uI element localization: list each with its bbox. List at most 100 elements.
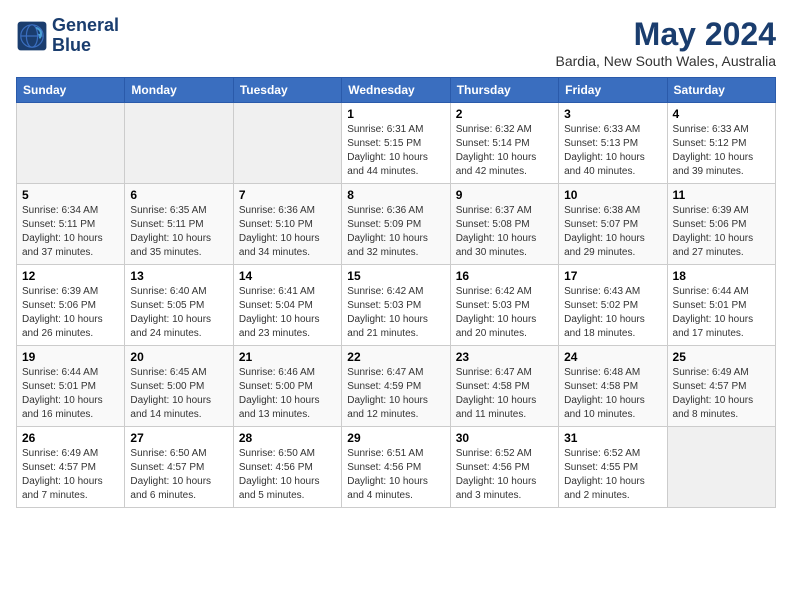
day-cell: 2 Sunrise: 6:32 AM Sunset: 5:14 PM Daylig… <box>450 103 558 184</box>
day-number: 19 <box>22 350 119 364</box>
logo-text: General Blue <box>52 16 119 56</box>
day-cell: 27Sunrise: 6:50 AM Sunset: 4:57 PM Dayli… <box>125 427 233 508</box>
day-number: 28 <box>239 431 336 445</box>
day-info: Sunrise: 6:45 AM Sunset: 5:00 PM Dayligh… <box>130 366 227 422</box>
day-cell: 26 Sunrise: 6:49 AM Sunset: 4:57 PM Dayli… <box>17 427 125 508</box>
day-number: 23 <box>456 350 553 364</box>
day-cell: 29 Sunrise: 6:51 AM Sunset: 4:56 PM Dayli… <box>342 427 450 508</box>
day-number: 29 <box>347 431 444 445</box>
day-number: 5 <box>22 188 119 202</box>
day-info: Sunrise: 6:49 AM Sunset: 4:57 PM Dayligh… <box>22 447 119 503</box>
day-info: Sunrise: 6:51 AM Sunset: 4:56 PM Dayligh… <box>347 447 444 503</box>
day-number: 21 <box>239 350 336 364</box>
day-info: Sunrise: 6:33 AM Sunset: 5:12 PM Dayligh… <box>673 123 770 179</box>
day-info: Sunrise: 6:50 AM Sunset: 4:57 PM Dayligh… <box>130 447 227 503</box>
day-info: Sunrise: 6:36 AM Sunset: 5:09 PM Dayligh… <box>347 204 444 260</box>
day-number: 16 <box>456 269 553 283</box>
day-cell: 24 Sunrise: 6:48 AM Sunset: 4:58 PM Dayli… <box>559 346 667 427</box>
day-info: Sunrise: 6:36 AM Sunset: 5:10 PM Dayligh… <box>239 204 336 260</box>
day-number: 14 <box>239 269 336 283</box>
day-info: Sunrise: 6:34 AM Sunset: 5:11 PM Dayligh… <box>22 204 119 260</box>
day-info: Sunrise: 6:44 AM Sunset: 5:01 PM Dayligh… <box>22 366 119 422</box>
day-info: Sunrise: 6:35 AM Sunset: 5:11 PM Dayligh… <box>130 204 227 260</box>
location: Bardia, New South Wales, Australia <box>556 53 776 69</box>
day-info: Sunrise: 6:38 AM Sunset: 5:07 PM Dayligh… <box>564 204 661 260</box>
calendar-table: SundayMondayTuesdayWednesdayThursdayFrid… <box>16 77 776 508</box>
day-cell <box>233 103 341 184</box>
day-cell: 6 Sunrise: 6:35 AM Sunset: 5:11 PM Daylig… <box>125 184 233 265</box>
day-number: 6 <box>130 188 227 202</box>
day-info: Sunrise: 6:44 AM Sunset: 5:01 PM Dayligh… <box>673 285 770 341</box>
day-info: Sunrise: 6:52 AM Sunset: 4:55 PM Dayligh… <box>564 447 661 503</box>
day-info: Sunrise: 6:42 AM Sunset: 5:03 PM Dayligh… <box>347 285 444 341</box>
day-info: Sunrise: 6:52 AM Sunset: 4:56 PM Dayligh… <box>456 447 553 503</box>
day-number: 9 <box>456 188 553 202</box>
day-number: 8 <box>347 188 444 202</box>
day-cell: 4 Sunrise: 6:33 AM Sunset: 5:12 PM Daylig… <box>667 103 775 184</box>
day-number: 25 <box>673 350 770 364</box>
day-info: Sunrise: 6:31 AM Sunset: 5:15 PM Dayligh… <box>347 123 444 179</box>
day-number: 11 <box>673 188 770 202</box>
logo-line2: Blue <box>52 36 119 56</box>
day-cell: 15 Sunrise: 6:42 AM Sunset: 5:03 PM Dayli… <box>342 265 450 346</box>
page-header: General Blue May 2024 Bardia, New South … <box>16 16 776 69</box>
header-cell-tuesday: Tuesday <box>233 78 341 103</box>
calendar-body: 1Sunrise: 6:31 AM Sunset: 5:15 PM Daylig… <box>17 103 776 508</box>
day-cell: 22Sunrise: 6:47 AM Sunset: 4:59 PM Dayli… <box>342 346 450 427</box>
logo: General Blue <box>16 16 119 56</box>
day-cell: 31Sunrise: 6:52 AM Sunset: 4:55 PM Dayli… <box>559 427 667 508</box>
day-number: 24 <box>564 350 661 364</box>
logo-line1: General <box>52 16 119 36</box>
header-cell-monday: Monday <box>125 78 233 103</box>
day-cell: 16 Sunrise: 6:42 AM Sunset: 5:03 PM Dayli… <box>450 265 558 346</box>
day-info: Sunrise: 6:47 AM Sunset: 4:59 PM Dayligh… <box>347 366 444 422</box>
day-number: 2 <box>456 107 553 121</box>
day-info: Sunrise: 6:48 AM Sunset: 4:58 PM Dayligh… <box>564 366 661 422</box>
day-cell <box>125 103 233 184</box>
day-cell: 7 Sunrise: 6:36 AM Sunset: 5:10 PM Daylig… <box>233 184 341 265</box>
day-cell: 10Sunrise: 6:38 AM Sunset: 5:07 PM Dayli… <box>559 184 667 265</box>
day-number: 18 <box>673 269 770 283</box>
title-block: May 2024 Bardia, New South Wales, Austra… <box>556 16 776 69</box>
day-info: Sunrise: 6:39 AM Sunset: 5:06 PM Dayligh… <box>673 204 770 260</box>
header-row: SundayMondayTuesdayWednesdayThursdayFrid… <box>17 78 776 103</box>
month-year: May 2024 <box>556 16 776 53</box>
day-number: 13 <box>130 269 227 283</box>
day-number: 3 <box>564 107 661 121</box>
day-number: 12 <box>22 269 119 283</box>
calendar-header: SundayMondayTuesdayWednesdayThursdayFrid… <box>17 78 776 103</box>
day-cell: 30 Sunrise: 6:52 AM Sunset: 4:56 PM Dayli… <box>450 427 558 508</box>
day-info: Sunrise: 6:37 AM Sunset: 5:08 PM Dayligh… <box>456 204 553 260</box>
day-cell: 13 Sunrise: 6:40 AM Sunset: 5:05 PM Dayli… <box>125 265 233 346</box>
header-cell-thursday: Thursday <box>450 78 558 103</box>
day-info: Sunrise: 6:49 AM Sunset: 4:57 PM Dayligh… <box>673 366 770 422</box>
day-cell: 19 Sunrise: 6:44 AM Sunset: 5:01 PM Dayli… <box>17 346 125 427</box>
week-row-3: 12Sunrise: 6:39 AM Sunset: 5:06 PM Dayli… <box>17 265 776 346</box>
day-cell: 21 Sunrise: 6:46 AM Sunset: 5:00 PM Dayli… <box>233 346 341 427</box>
day-cell: 14Sunrise: 6:41 AM Sunset: 5:04 PM Dayli… <box>233 265 341 346</box>
day-number: 4 <box>673 107 770 121</box>
week-row-5: 26 Sunrise: 6:49 AM Sunset: 4:57 PM Dayli… <box>17 427 776 508</box>
day-info: Sunrise: 6:42 AM Sunset: 5:03 PM Dayligh… <box>456 285 553 341</box>
day-cell: 20Sunrise: 6:45 AM Sunset: 5:00 PM Dayli… <box>125 346 233 427</box>
week-row-1: 1Sunrise: 6:31 AM Sunset: 5:15 PM Daylig… <box>17 103 776 184</box>
day-cell: 8 Sunrise: 6:36 AM Sunset: 5:09 PM Daylig… <box>342 184 450 265</box>
day-info: Sunrise: 6:47 AM Sunset: 4:58 PM Dayligh… <box>456 366 553 422</box>
day-cell: 18 Sunrise: 6:44 AM Sunset: 5:01 PM Dayli… <box>667 265 775 346</box>
header-cell-sunday: Sunday <box>17 78 125 103</box>
day-cell <box>17 103 125 184</box>
logo-icon <box>16 20 48 52</box>
day-number: 30 <box>456 431 553 445</box>
day-cell: 3 Sunrise: 6:33 AM Sunset: 5:13 PM Daylig… <box>559 103 667 184</box>
day-number: 7 <box>239 188 336 202</box>
day-info: Sunrise: 6:46 AM Sunset: 5:00 PM Dayligh… <box>239 366 336 422</box>
day-info: Sunrise: 6:33 AM Sunset: 5:13 PM Dayligh… <box>564 123 661 179</box>
day-number: 26 <box>22 431 119 445</box>
day-cell: 11 Sunrise: 6:39 AM Sunset: 5:06 PM Dayli… <box>667 184 775 265</box>
day-info: Sunrise: 6:43 AM Sunset: 5:02 PM Dayligh… <box>564 285 661 341</box>
day-info: Sunrise: 6:32 AM Sunset: 5:14 PM Dayligh… <box>456 123 553 179</box>
day-number: 15 <box>347 269 444 283</box>
day-cell: 23 Sunrise: 6:47 AM Sunset: 4:58 PM Dayli… <box>450 346 558 427</box>
day-cell: 5 Sunrise: 6:34 AM Sunset: 5:11 PM Daylig… <box>17 184 125 265</box>
day-info: Sunrise: 6:40 AM Sunset: 5:05 PM Dayligh… <box>130 285 227 341</box>
